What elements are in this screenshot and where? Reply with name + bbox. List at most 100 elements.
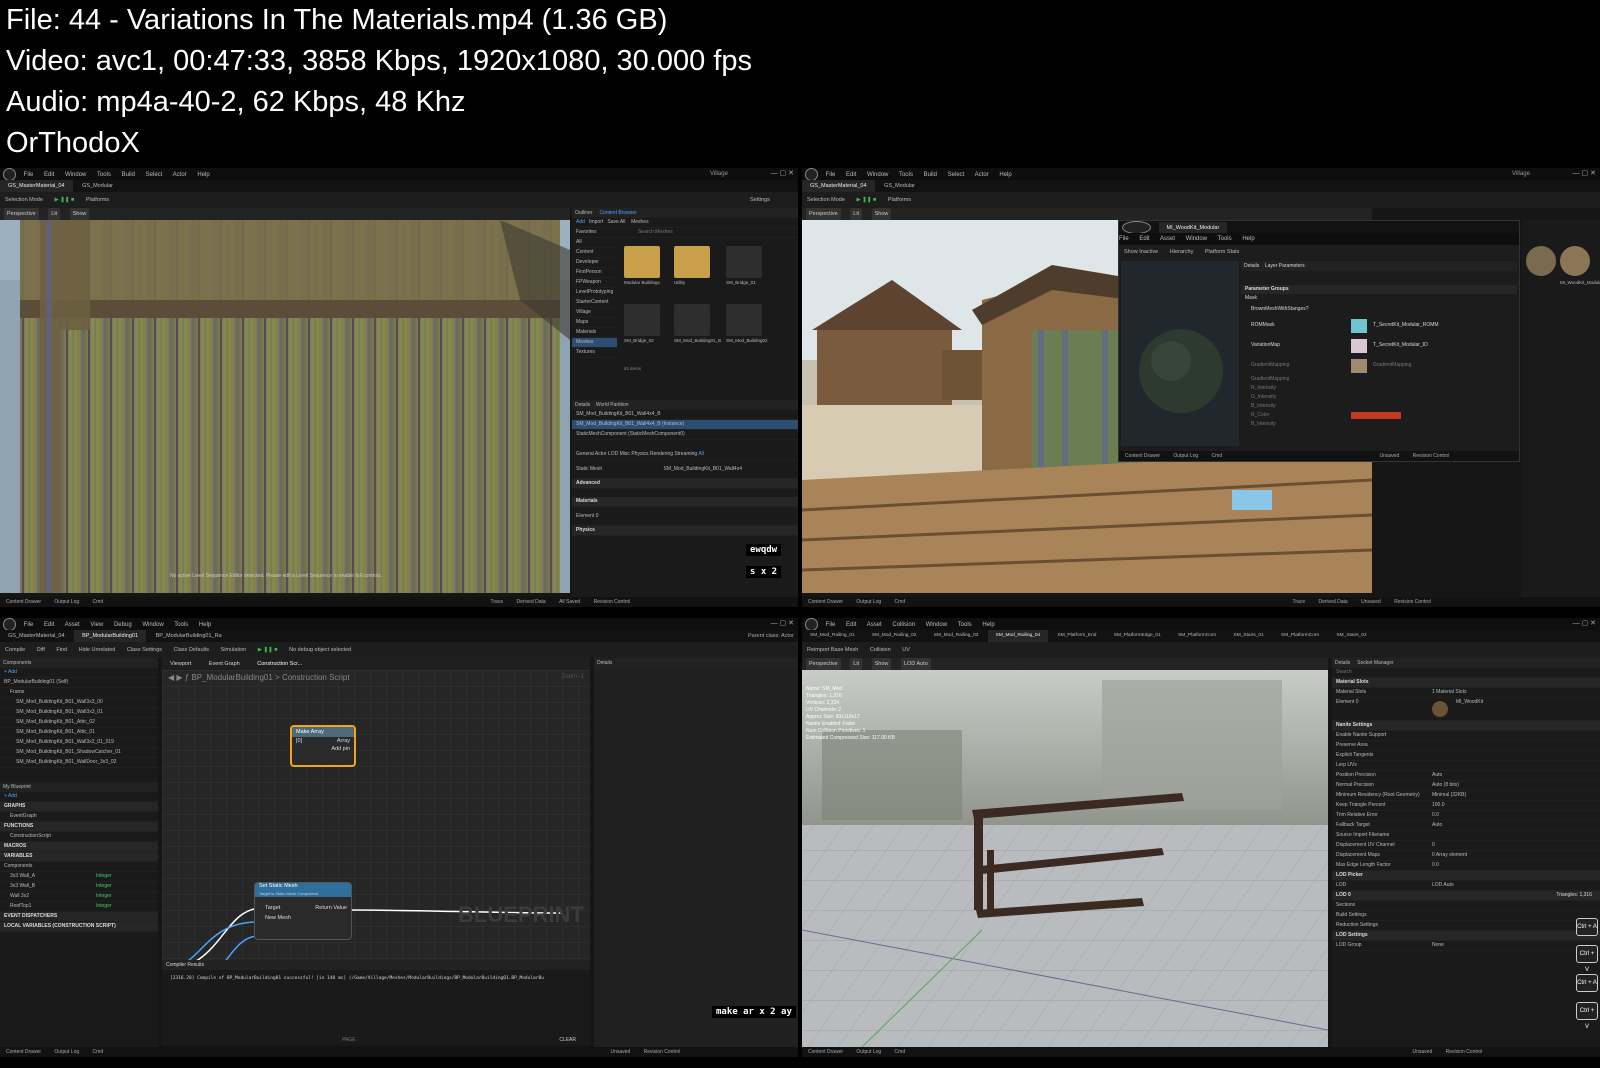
advanced-section[interactable]: Advanced bbox=[572, 479, 798, 489]
nanite-setting-value[interactable]: 0 Array element bbox=[1432, 851, 1467, 860]
add-component-button[interactable]: + Add bbox=[4, 669, 17, 675]
filter-actor[interactable]: Actor bbox=[595, 451, 607, 457]
variable-row[interactable]: RoofTop1 Integer bbox=[0, 902, 158, 912]
mesh-tab[interactable]: SM_Mod_Railing_03 bbox=[926, 630, 987, 642]
simulation-button[interactable]: Simulation bbox=[221, 647, 247, 653]
trace-button[interactable]: Trace bbox=[1293, 599, 1306, 605]
material-thumbnail[interactable] bbox=[1560, 246, 1590, 276]
tab-master-material[interactable]: GS_MasterMaterial_04 bbox=[0, 180, 73, 192]
nanite-setting-value[interactable]: Auto bbox=[1432, 821, 1442, 830]
content-drawer-button[interactable]: Content Drawer bbox=[1125, 453, 1160, 459]
texture-thumbnail[interactable] bbox=[1351, 359, 1367, 373]
menu-window[interactable]: Window bbox=[65, 172, 86, 178]
folder-item[interactable]: Developer bbox=[572, 258, 617, 268]
show-button[interactable]: Show bbox=[871, 658, 892, 670]
pin-label[interactable]: Target bbox=[265, 905, 280, 911]
menu-tools[interactable]: Tools bbox=[899, 172, 913, 178]
add-member-button[interactable]: + Add bbox=[4, 793, 17, 799]
section-nanite[interactable]: Nanite Settings bbox=[1332, 721, 1600, 731]
save-all-button[interactable]: Save All bbox=[607, 219, 625, 225]
window-controls-icon[interactable]: — ▢ ✕ bbox=[771, 168, 794, 180]
lit-button[interactable]: Lit bbox=[850, 658, 863, 670]
compiler-results-tab[interactable]: Compiler Results bbox=[162, 960, 590, 970]
content-drawer-button[interactable]: Content Drawer bbox=[808, 1049, 843, 1055]
mesh-tab[interactable]: SM_PlatformEdge_01 bbox=[1106, 630, 1169, 642]
menu-window[interactable]: Window bbox=[867, 172, 888, 178]
tab-master-material[interactable]: GS_MasterMaterial_04 bbox=[0, 630, 73, 642]
perspective-button[interactable]: Perspective bbox=[806, 658, 841, 670]
macros-section[interactable]: MACROS bbox=[0, 842, 158, 852]
filter-rendering[interactable]: Rendering bbox=[650, 451, 673, 457]
content-drawer-button[interactable]: Content Drawer bbox=[808, 599, 843, 605]
texture-thumbnail[interactable] bbox=[1351, 339, 1367, 353]
show-button[interactable]: Show bbox=[871, 208, 892, 220]
event-dispatchers-section[interactable]: EVENT DISPATCHERS bbox=[0, 912, 158, 922]
material-thumbnail[interactable] bbox=[1526, 246, 1556, 276]
texture-picker[interactable]: T_SecretKit_Modular_ROMM bbox=[1373, 315, 1439, 335]
component-item[interactable]: SM_Mod_BuildingKit_B01_Wall3x3_01 bbox=[0, 708, 158, 718]
window-controls-icon[interactable]: — ▢ ✕ bbox=[1573, 618, 1596, 630]
menu-help[interactable]: Help bbox=[197, 172, 209, 178]
menu-item[interactable]: Help bbox=[199, 622, 211, 628]
add-pin-button[interactable]: Add pin bbox=[292, 745, 354, 753]
class-settings-button[interactable]: Class Settings bbox=[127, 647, 162, 653]
lod-button[interactable]: LOD Auto bbox=[900, 658, 931, 670]
menu-item[interactable]: Tools bbox=[174, 622, 188, 628]
tab-outliner[interactable]: Outliner bbox=[575, 210, 593, 216]
nanite-setting-value[interactable]: 0 bbox=[1432, 841, 1435, 850]
trace-button[interactable]: Trace bbox=[491, 599, 504, 605]
component-sub[interactable]: StaticMeshComponent (StaticMeshComponent… bbox=[572, 430, 798, 440]
functions-section[interactable]: FUNCTIONS bbox=[0, 822, 158, 832]
mesh-tab[interactable]: SM_PlatformCorn bbox=[1170, 630, 1224, 642]
clear-button[interactable]: CLEAR bbox=[559, 1037, 576, 1043]
debug-object-select[interactable]: No debug object selected bbox=[289, 647, 351, 653]
tab-content-browser[interactable]: Content Browser bbox=[599, 210, 636, 216]
folder-item-selected[interactable]: Meshes bbox=[572, 338, 617, 348]
menu-item[interactable]: Help bbox=[1242, 236, 1254, 242]
color-swatch[interactable] bbox=[1351, 412, 1401, 419]
viewport-wall[interactable]: No active Level Sequence Editor detected… bbox=[0, 220, 570, 593]
platforms-button[interactable]: Platforms bbox=[86, 197, 109, 203]
mi-preview[interactable] bbox=[1121, 261, 1239, 446]
mesh-viewport[interactable]: Name: SM_Mod Triangles: 1,316 Vertices: … bbox=[802, 670, 1328, 1047]
folder-item[interactable]: Content bbox=[572, 248, 617, 258]
settings-button[interactable]: Settings bbox=[750, 192, 770, 208]
hierarchy-button[interactable]: Hierarchy bbox=[1170, 249, 1194, 255]
material-picker[interactable]: MI_WoodKit bbox=[1456, 698, 1483, 707]
mesh-tab[interactable]: SM_Mod_Railing_02 bbox=[864, 630, 925, 642]
lod-group-select[interactable]: None bbox=[1432, 941, 1444, 950]
menu-item[interactable]: View bbox=[90, 622, 103, 628]
cmd-input[interactable]: Cmd bbox=[93, 599, 104, 605]
import-button[interactable]: Import bbox=[589, 219, 603, 225]
menu-help[interactable]: Help bbox=[999, 172, 1011, 178]
menu-item[interactable]: Asset bbox=[1160, 236, 1175, 242]
output-log-button[interactable]: Output Log bbox=[1173, 453, 1198, 459]
menu-select[interactable]: Select bbox=[146, 172, 163, 178]
unsaved-status[interactable]: Unsaved bbox=[1361, 599, 1381, 605]
component-root[interactable]: BP_ModularBuilding01 (Self) bbox=[0, 678, 158, 688]
menu-item[interactable]: Debug bbox=[114, 622, 132, 628]
menu-file[interactable]: File bbox=[826, 172, 836, 178]
pin-label[interactable]: Array bbox=[337, 738, 350, 744]
menu-edit[interactable]: Edit bbox=[846, 172, 856, 178]
section-sections[interactable]: Sections bbox=[1332, 901, 1600, 911]
menu-file[interactable]: File bbox=[24, 172, 34, 178]
folder-item[interactable]: Maps bbox=[572, 318, 617, 328]
tab-layer-parameters[interactable]: Layer Parameters bbox=[1265, 263, 1305, 269]
mesh-tab-active[interactable]: SM_Mod_Railing_04 bbox=[987, 630, 1049, 642]
component-item[interactable]: SM_Mod_BuildingKit_B01_Wall3x2_01_019 bbox=[0, 738, 158, 748]
texture-picker[interactable]: T_SecretKit_Modular_ID bbox=[1373, 335, 1428, 355]
show-button[interactable]: Show bbox=[69, 208, 90, 220]
play-icon[interactable]: ▶ ❚❚ ■ bbox=[856, 197, 876, 203]
content-drawer-button[interactable]: Content Drawer bbox=[6, 599, 41, 605]
reimport-button[interactable]: Reimport Base Mesh bbox=[807, 647, 858, 653]
component-item[interactable]: SM_Mod_BuildingKit_B01_Attic_02 bbox=[0, 718, 158, 728]
tab-event-graph[interactable]: Event Graph bbox=[209, 661, 240, 667]
lod-select[interactable]: LOD Auto bbox=[1432, 881, 1454, 890]
filter-physics[interactable]: Physics bbox=[631, 451, 648, 457]
cmd-input[interactable]: Cmd bbox=[895, 599, 906, 605]
set-static-mesh-node[interactable]: Set Static Mesh Target is Static Mesh Co… bbox=[254, 882, 352, 940]
menu-edit[interactable]: Edit bbox=[44, 172, 54, 178]
menu-item[interactable]: Edit bbox=[1139, 236, 1149, 242]
output-log-button[interactable]: Output Log bbox=[54, 599, 79, 605]
